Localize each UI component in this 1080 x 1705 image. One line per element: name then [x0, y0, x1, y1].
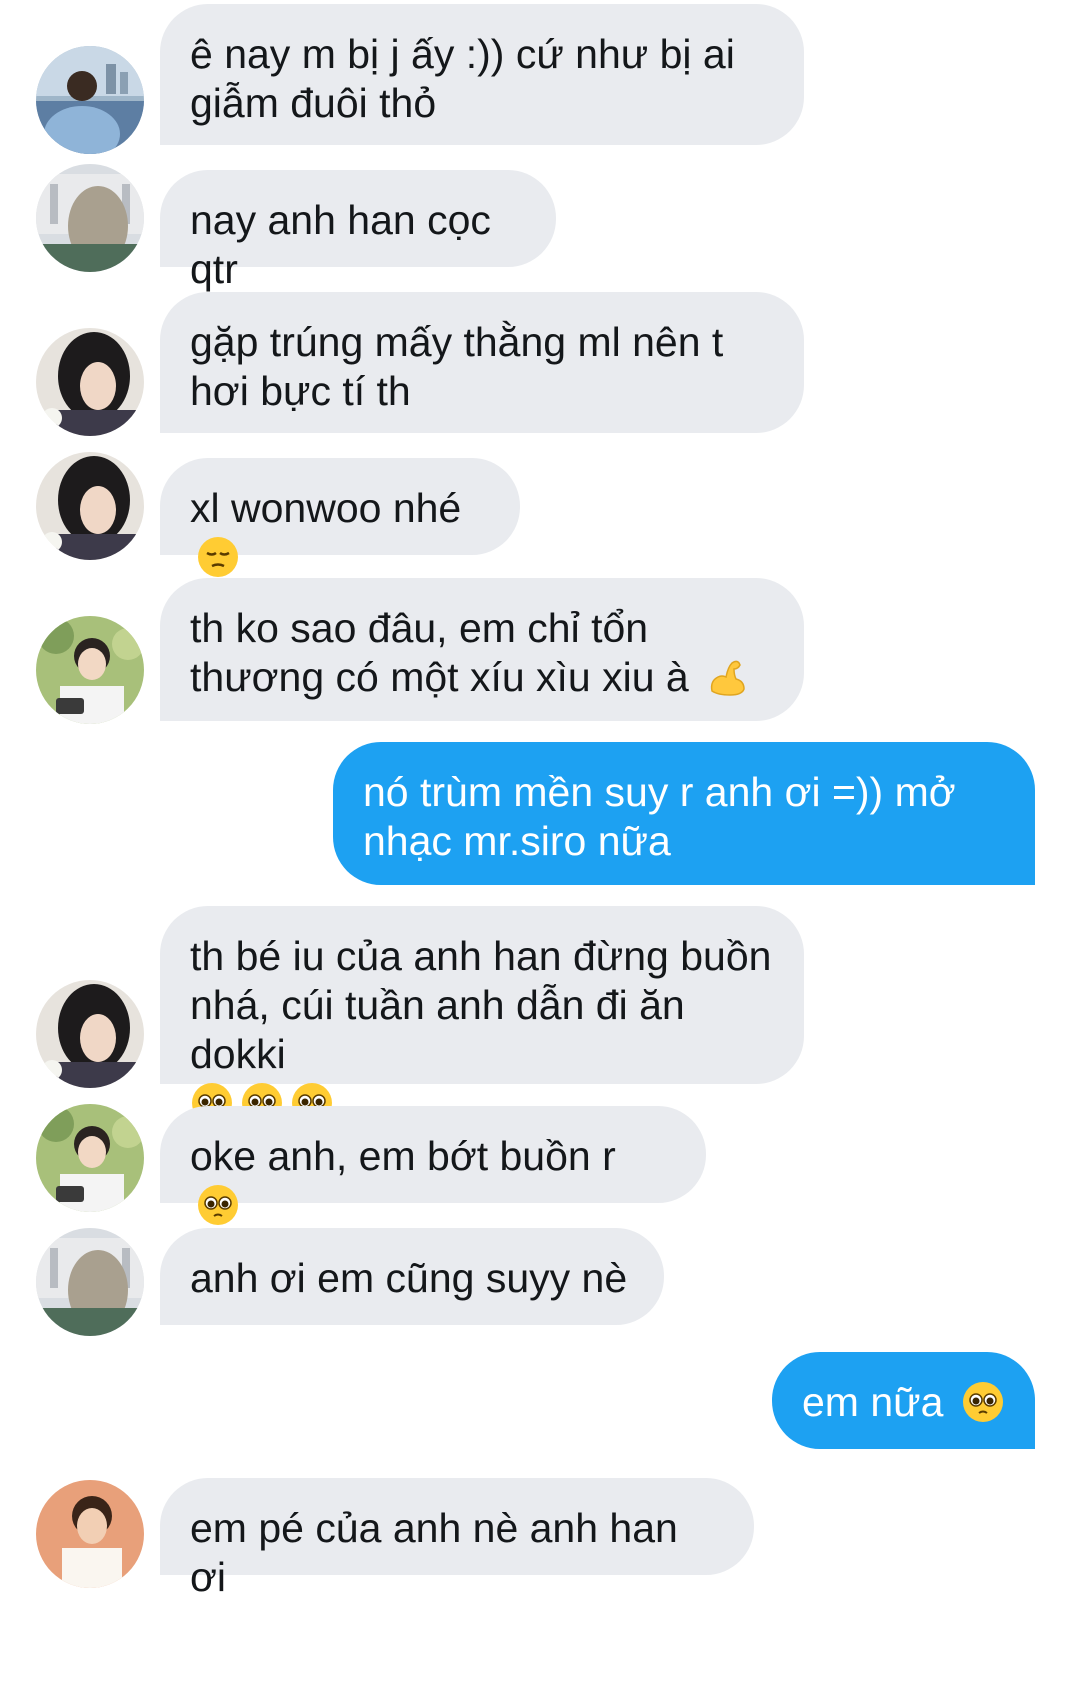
pleading-face-emoji [198, 1185, 238, 1225]
incoming-message: th ko sao đâu, em chỉ tổn thương có một … [160, 578, 804, 721]
incoming-message: oke anh, em bớt buồn r [160, 1106, 706, 1225]
incoming-message: gặp trúng mấy thằng ml nên t hơi bực tí … [160, 292, 804, 433]
avatar[interactable] [36, 1480, 144, 1588]
pensive-face-emoji [198, 537, 238, 577]
pleading-face-emoji [962, 1382, 1003, 1422]
avatar[interactable] [36, 1228, 144, 1336]
avatar[interactable] [36, 46, 144, 154]
avatar[interactable] [36, 328, 144, 436]
message-text: gặp trúng mấy thằng ml nên t hơi bực tí … [190, 319, 724, 414]
message-text: em nữa [802, 1379, 944, 1425]
message-text: anh ơi em cũng suyy nè [190, 1255, 628, 1301]
message-text: oke anh, em bớt buồn r [190, 1133, 616, 1179]
outgoing-message: nó trùm mền suy r anh ơi =)) mở nhạc mr.… [333, 742, 1035, 885]
message-text: ê nay m bị j ấy :)) cứ như bị ai giẫm đu… [190, 31, 735, 126]
incoming-message: em pé của anh nè anh han ơi [160, 1478, 754, 1600]
message-text: th ko sao đâu, em chỉ tổn thương có một … [190, 605, 689, 700]
chat-thread: ê nay m bị j ấy :)) cứ như bị ai giẫm đu… [0, 0, 1080, 1705]
incoming-message: th bé iu của anh han đừng buồn nhá, cúi … [160, 906, 804, 1123]
message-text: nó trùm mền suy r anh ơi =)) mở nhạc mr.… [363, 769, 956, 864]
message-text: em pé của anh nè anh han ơi [190, 1505, 678, 1600]
avatar[interactable] [36, 616, 144, 724]
incoming-message: nay anh han cọc qtr [160, 170, 556, 292]
incoming-message: anh ơi em cũng suyy nè [160, 1228, 664, 1325]
avatar[interactable] [36, 1104, 144, 1212]
avatar[interactable] [36, 164, 144, 272]
incoming-message: xl wonwoo nhé [160, 458, 520, 577]
avatar[interactable] [36, 452, 144, 560]
message-text: nay anh han cọc qtr [190, 197, 491, 292]
message-text: xl wonwoo nhé [190, 485, 462, 531]
flexed-biceps-emoji [711, 660, 745, 696]
message-text: th bé iu của anh han đừng buồn nhá, cúi … [190, 933, 772, 1077]
outgoing-message: em nữa [772, 1352, 1035, 1449]
incoming-message: ê nay m bị j ấy :)) cứ như bị ai giẫm đu… [160, 4, 804, 145]
avatar[interactable] [36, 980, 144, 1088]
